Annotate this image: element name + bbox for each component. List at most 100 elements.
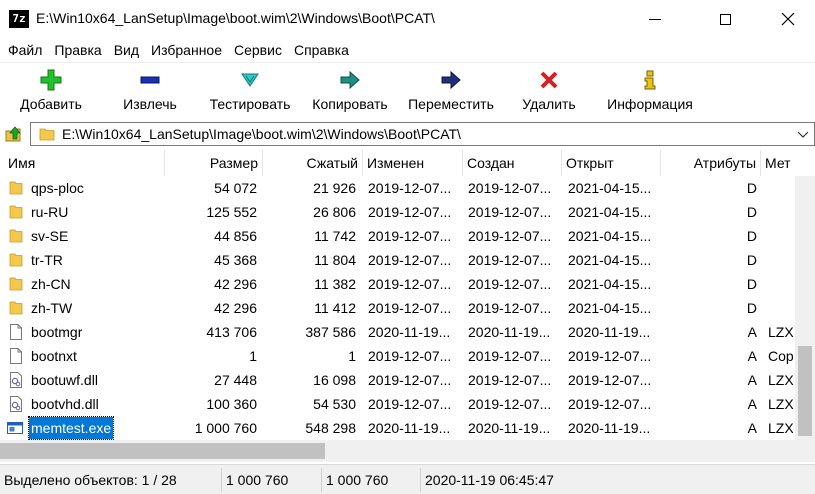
file-icon	[9, 324, 23, 340]
cell-accessed: 2021-04-15...	[568, 228, 652, 244]
file-icon	[9, 348, 23, 364]
file-name: bootvhd.dll	[31, 396, 99, 412]
file-row[interactable]: memtest.exe 1 000 760 548 298 2020-11-19...…	[0, 416, 795, 440]
cell-created: 2020-11-19...	[468, 420, 551, 436]
file-row[interactable]: bootvhd.dll 100 360 54 530 2019-12-07... 201…	[0, 392, 795, 416]
extract-button[interactable]: Извлечь	[115, 63, 185, 117]
cell-packed: 387 586	[305, 324, 356, 340]
file-row[interactable]: bootuwf.dll 27 448 16 098 2019-12-07... 2019…	[0, 368, 795, 392]
cell-attributes: A	[747, 396, 757, 412]
cell-method	[768, 200, 798, 224]
cell-packed: 11 412	[314, 300, 356, 316]
delete-label: Удалить	[522, 96, 576, 112]
column-created[interactable]: Создан	[463, 150, 562, 176]
delete-button[interactable]: Удалить	[517, 63, 581, 117]
cell-attributes: D	[746, 204, 757, 220]
cell-packed: 26 806	[313, 204, 356, 220]
menu-help[interactable]: Справка	[288, 38, 355, 62]
cell-method: LZX	[768, 420, 794, 436]
file-row[interactable]: bootmgr 413 706 387 586 2020-11-19... 2020-1…	[0, 320, 795, 344]
cell-attributes: D	[746, 228, 757, 244]
up-folder-button[interactable]	[4, 124, 24, 144]
file-name: tr-TR	[31, 252, 63, 268]
close-button[interactable]	[765, 0, 811, 38]
test-button[interactable]: Тестировать	[204, 63, 296, 117]
window-title: E:\Win10x64_LanSetup\Image\boot.wim\2\Wi…	[36, 10, 435, 26]
add-button[interactable]: Добавить	[14, 63, 88, 117]
cell-method: LZX	[768, 372, 794, 388]
scroll-corner	[795, 440, 815, 462]
cell-packed: 11 804	[314, 252, 356, 268]
file-row[interactable]: bootnxt 1 1 2019-12-07... 2019-12-07... 2019-…	[0, 344, 795, 368]
minimize-button[interactable]	[632, 0, 678, 38]
add-label: Добавить	[20, 96, 82, 112]
cell-modified: 2019-12-07...	[368, 372, 452, 388]
cell-packed: 16 098	[313, 372, 356, 388]
status-selected: Выделено объектов: 1 / 28	[4, 472, 177, 488]
cell-created: 2019-12-07...	[468, 372, 552, 388]
address-path: E:\Win10x64_LanSetup\Image\boot.wim\2\Wi…	[62, 126, 461, 142]
up-folder-icon	[5, 126, 21, 142]
file-row[interactable]: tr-TR 45 368 11 804 2019-12-07... 2019-12-07…	[0, 248, 795, 272]
file-row[interactable]: zh-TW 42 296 11 412 2019-12-07... 2019-12-07…	[0, 296, 795, 320]
file-row[interactable]: qps-ploc 54 072 21 926 2019-12-07... 2019-12…	[0, 176, 795, 200]
cell-created: 2019-12-07...	[468, 276, 552, 292]
status-size: 1 000 760	[221, 468, 319, 492]
address-field[interactable]: E:\Win10x64_LanSetup\Image\boot.wim\2\Wi…	[30, 122, 815, 146]
cell-modified: 2020-11-19...	[368, 420, 451, 436]
file-name: zh-CN	[31, 276, 71, 292]
cell-method	[768, 272, 798, 296]
menu-view[interactable]: Вид	[108, 38, 145, 62]
chevron-down-icon[interactable]	[797, 129, 809, 139]
info-button[interactable]: Информация	[601, 63, 699, 117]
copy-button[interactable]: Копировать	[305, 63, 395, 117]
folder-icon	[9, 228, 23, 244]
column-attributes[interactable]: Атрибуты	[661, 150, 761, 176]
menu-file[interactable]: Файл	[2, 38, 48, 62]
cell-method	[768, 224, 798, 248]
cell-method	[768, 296, 798, 320]
column-method[interactable]: Мет	[761, 150, 800, 176]
add-icon	[39, 67, 63, 93]
copy-label: Копировать	[312, 96, 388, 112]
column-packed[interactable]: Сжатый	[263, 150, 363, 176]
column-modified[interactable]: Изменен	[363, 150, 463, 176]
vertical-scrollbar[interactable]	[795, 176, 815, 440]
cell-attributes: A	[747, 324, 757, 340]
folder-icon	[9, 300, 23, 316]
maximize-icon	[719, 13, 731, 25]
file-row[interactable]: zh-CN 42 296 11 382 2019-12-07... 2019-12-07…	[0, 272, 795, 296]
menu-tools[interactable]: Сервис	[228, 38, 288, 62]
column-accessed[interactable]: Открыт	[562, 150, 661, 176]
cell-created: 2019-12-07...	[468, 396, 552, 412]
menu-favorites[interactable]: Избранное	[145, 38, 228, 62]
cell-created: 2019-12-07...	[468, 228, 552, 244]
move-button[interactable]: Переместить	[403, 63, 499, 117]
cell-attributes: A	[747, 420, 757, 436]
move-icon	[439, 67, 463, 93]
horizontal-scroll-thumb[interactable]	[0, 443, 325, 459]
cell-size: 44 856	[214, 228, 257, 244]
copy-icon	[338, 67, 362, 93]
file-name: bootmgr	[31, 324, 83, 340]
cell-attributes: D	[746, 276, 757, 292]
vertical-scroll-thumb[interactable]	[798, 346, 812, 436]
file-row[interactable]: sv-SE 44 856 11 742 2019-12-07... 2019-12-07…	[0, 224, 795, 248]
status-bar: Выделено объектов: 1 / 28 1 000 760 1 00…	[0, 464, 815, 494]
cell-modified: 2019-12-07...	[368, 276, 452, 292]
file-name: bootuwf.dll	[31, 372, 98, 388]
menu-edit[interactable]: Правка	[48, 38, 107, 62]
cell-size: 42 296	[214, 276, 257, 292]
horizontal-scrollbar[interactable]	[0, 440, 795, 462]
cell-modified: 2019-12-07...	[368, 204, 452, 220]
cell-packed: 548 298	[305, 420, 356, 436]
file-row[interactable]: ru-RU 125 552 26 806 2019-12-07... 2019-12-0…	[0, 200, 795, 224]
column-name[interactable]: Имя	[0, 150, 165, 176]
folder-icon	[9, 204, 23, 220]
maximize-button[interactable]	[702, 0, 748, 38]
cell-created: 2019-12-07...	[468, 252, 552, 268]
cell-attributes: A	[747, 372, 757, 388]
column-size[interactable]: Размер	[165, 150, 263, 176]
info-icon	[638, 67, 662, 93]
test-icon	[238, 67, 262, 93]
